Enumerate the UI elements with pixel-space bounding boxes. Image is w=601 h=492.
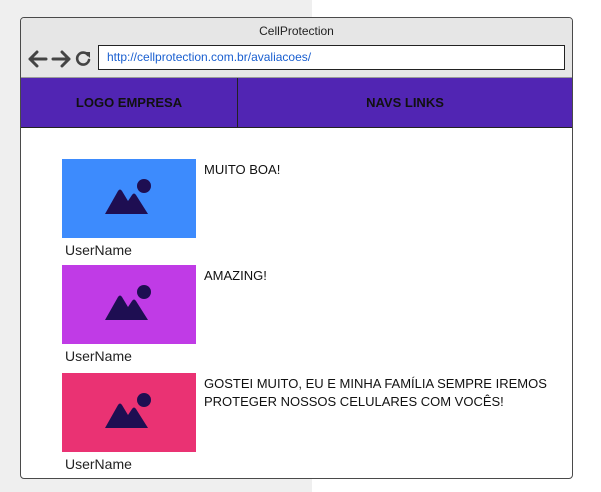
review-username: UserName: [65, 242, 132, 258]
review-text: AMAZING!: [204, 268, 267, 283]
browser-nav-buttons: [28, 48, 92, 70]
browser-titlebar: CellProtection http://cellprotection.com…: [21, 18, 572, 78]
site-header: LOGO EMPRESA NAVS LINKS: [21, 78, 572, 128]
review-text: MUITO BOA!: [204, 162, 281, 177]
nav-links[interactable]: NAVS LINKS: [238, 78, 572, 127]
review-text: GOSTEI MUITO, EU E MINHA FAMÍLIA SEMPRE …: [204, 376, 547, 409]
company-logo[interactable]: LOGO EMPRESA: [21, 78, 238, 127]
window-title: CellProtection: [259, 24, 334, 38]
review-image: [62, 373, 196, 452]
review-username: UserName: [65, 348, 132, 364]
image-placeholder-icon: [104, 283, 154, 326]
image-placeholder-icon: [104, 391, 154, 434]
review-image: [62, 265, 196, 344]
back-arrow-icon[interactable]: [28, 50, 48, 68]
browser-window: CellProtection http://cellprotection.com…: [20, 17, 573, 479]
address-bar[interactable]: http://cellprotection.com.br/avaliacoes/: [98, 45, 565, 70]
review-image: [62, 159, 196, 238]
reload-icon[interactable]: [74, 50, 92, 68]
image-placeholder-icon: [104, 177, 154, 220]
review-username: UserName: [65, 456, 132, 472]
forward-arrow-icon[interactable]: [51, 50, 71, 68]
